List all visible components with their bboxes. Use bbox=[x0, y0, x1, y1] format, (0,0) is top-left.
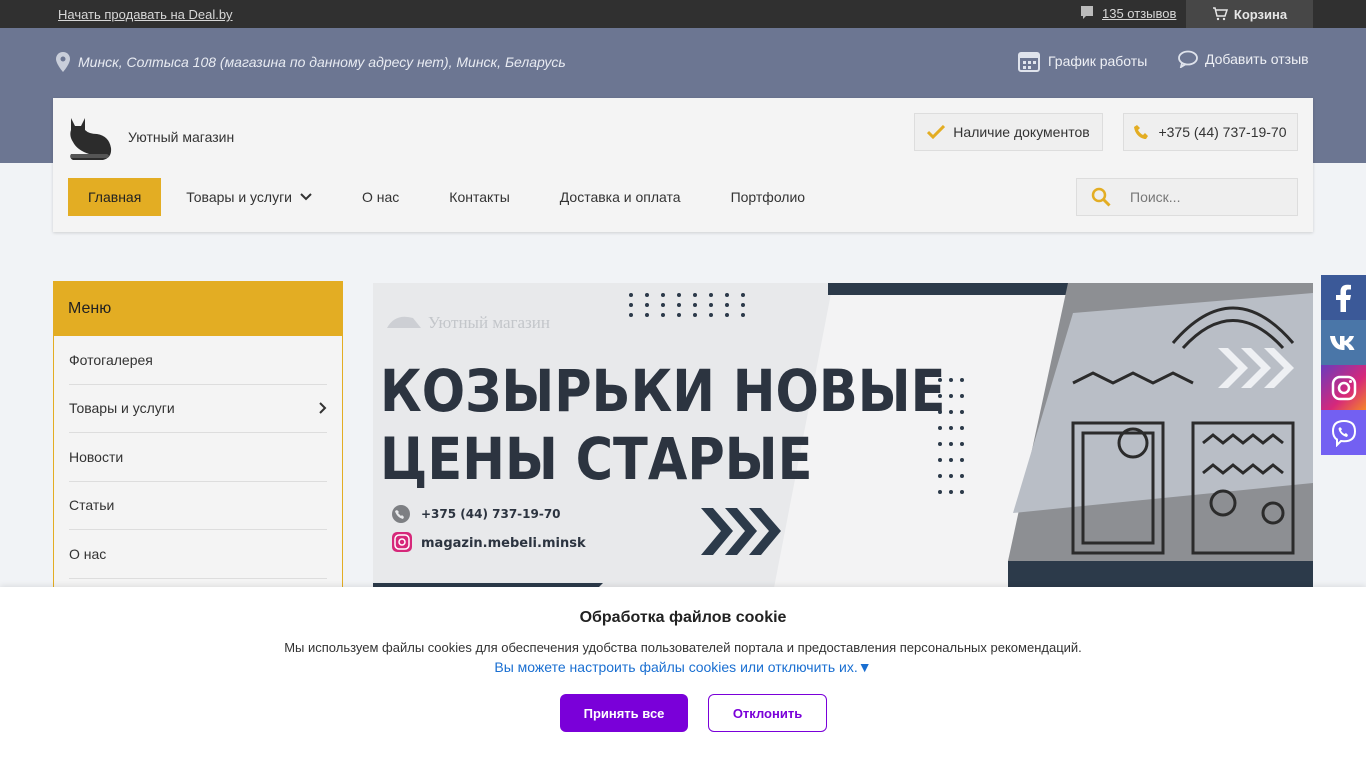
banner-headline-1: КОЗЫРЬКИ НОВЫЕ bbox=[380, 357, 945, 425]
reviews-link[interactable]: 135 отзывов bbox=[1080, 5, 1176, 21]
banner-watermark: Уютный магазин bbox=[428, 313, 550, 332]
cart-icon bbox=[1212, 7, 1228, 21]
viber-icon[interactable] bbox=[1321, 410, 1366, 455]
documents-label: Наличие документов bbox=[953, 124, 1090, 140]
phone-icon bbox=[1134, 125, 1149, 139]
nav-label: О нас bbox=[362, 189, 400, 205]
map-pin-icon bbox=[56, 52, 70, 72]
search-box bbox=[1076, 178, 1298, 216]
cookie-settings-link[interactable]: Вы можете настроить файлы cookies или от… bbox=[0, 659, 1366, 675]
sidebar-item-label: Товары и услуги bbox=[69, 400, 175, 417]
calendar-icon bbox=[1018, 52, 1040, 72]
cart-button[interactable]: Корзина bbox=[1186, 0, 1313, 28]
sidebar-item-label: Новости bbox=[69, 448, 124, 465]
phone-label: +375 (44) 737-19-70 bbox=[1158, 124, 1287, 140]
chevron-down-icon bbox=[300, 193, 312, 201]
phone-button[interactable]: +375 (44) 737-19-70 bbox=[1123, 113, 1298, 151]
banner-phone: +375 (44) 737-19-70 bbox=[421, 507, 561, 521]
header-card: Уютный магазин Наличие документов +375 (… bbox=[53, 98, 1313, 232]
chevron-right-icon bbox=[319, 402, 327, 414]
sidebar-item-gallery[interactable]: Фотогалерея bbox=[69, 336, 327, 385]
cookie-banner: Обработка файлов cookie Мы используем фа… bbox=[0, 587, 1366, 768]
sidebar-title: Меню bbox=[54, 282, 342, 336]
comment-icon bbox=[1081, 6, 1093, 19]
nav-item-portfolio[interactable]: Портфолио bbox=[706, 178, 831, 216]
sidebar-item-products[interactable]: Товары и услуги bbox=[69, 385, 327, 433]
sidebar-item-about[interactable]: О нас bbox=[69, 530, 327, 579]
sidebar-item-news[interactable]: Новости bbox=[69, 433, 327, 482]
nav-item-contacts[interactable]: Контакты bbox=[424, 178, 534, 216]
sidebar-menu: Меню Фотогалерея Товары и услуги Новости… bbox=[53, 281, 343, 601]
nav-item-delivery[interactable]: Доставка и оплата bbox=[535, 178, 706, 216]
nav-label: Товары и услуги bbox=[186, 189, 292, 205]
search-input[interactable] bbox=[1125, 189, 1285, 205]
accept-all-button[interactable]: Принять все bbox=[560, 694, 688, 732]
sidebar-item-label: Фотогалерея bbox=[69, 351, 153, 368]
social-sidebar bbox=[1321, 275, 1366, 455]
vk-icon[interactable] bbox=[1321, 320, 1366, 365]
cart-label: Корзина bbox=[1233, 6, 1288, 22]
instagram-icon[interactable] bbox=[1321, 365, 1366, 410]
reviews-count: 135 отзывов bbox=[1102, 5, 1177, 21]
sidebar-item-label: О нас bbox=[69, 545, 107, 562]
sidebar-item-articles[interactable]: Статьи bbox=[69, 482, 327, 530]
nav-item-about[interactable]: О нас bbox=[337, 178, 424, 216]
main-nav: Главная Товары и услуги О нас Контакты Д… bbox=[68, 178, 830, 216]
add-review-link[interactable]: Добавить отзыв bbox=[1178, 50, 1309, 68]
nav-label: Контакты bbox=[449, 189, 510, 205]
cat-logo-icon[interactable] bbox=[67, 114, 113, 162]
decline-button[interactable]: Отклонить bbox=[708, 694, 827, 732]
chat-bubble-icon bbox=[1178, 50, 1198, 68]
shop-name[interactable]: Уютный магазин bbox=[128, 129, 234, 145]
promo-banner[interactable]: Уютный магазин КОЗЫРЬКИ НОВЫЕ ЦЕНЫ СТАРЫ… bbox=[373, 283, 1313, 593]
nav-item-products[interactable]: Товары и услуги bbox=[161, 178, 337, 216]
facebook-icon[interactable] bbox=[1321, 275, 1366, 320]
documents-button[interactable]: Наличие документов bbox=[914, 113, 1103, 151]
banner-phone-icon bbox=[392, 505, 410, 523]
schedule-link[interactable]: График работы bbox=[1018, 50, 1147, 72]
sidebar-item-label: Статьи bbox=[69, 497, 115, 514]
nav-label: Доставка и оплата bbox=[559, 189, 681, 205]
schedule-label: График работы bbox=[1048, 53, 1148, 69]
nav-label: Главная bbox=[88, 189, 142, 205]
checkmark-icon bbox=[927, 125, 946, 139]
address-line: Минск, Солтыса 108 (магазина по данному … bbox=[56, 52, 566, 72]
add-review-label: Добавить отзыв bbox=[1205, 51, 1309, 67]
cookie-text: Мы используем файлы cookies для обеспече… bbox=[284, 640, 1082, 655]
cookie-title: Обработка файлов cookie bbox=[579, 609, 787, 626]
address-text: Минск, Солтыса 108 (магазина по данному … bbox=[78, 54, 566, 70]
search-icon[interactable] bbox=[1077, 187, 1125, 207]
nav-item-home[interactable]: Главная bbox=[68, 178, 162, 216]
banner-graphic: Уютный магазин КОЗЫРЬКИ НОВЫЕ ЦЕНЫ СТАРЫ… bbox=[373, 283, 1313, 593]
sell-on-deal-link[interactable]: Начать продавать на Deal.by bbox=[58, 7, 233, 22]
top-bar: Начать продавать на Deal.by 135 отзывов … bbox=[0, 0, 1366, 28]
nav-label: Портфолио bbox=[730, 189, 806, 205]
banner-instagram: magazin.mebeli.minsk bbox=[421, 536, 586, 551]
banner-headline-2: ЦЕНЫ СТАРЫЕ bbox=[380, 425, 812, 493]
